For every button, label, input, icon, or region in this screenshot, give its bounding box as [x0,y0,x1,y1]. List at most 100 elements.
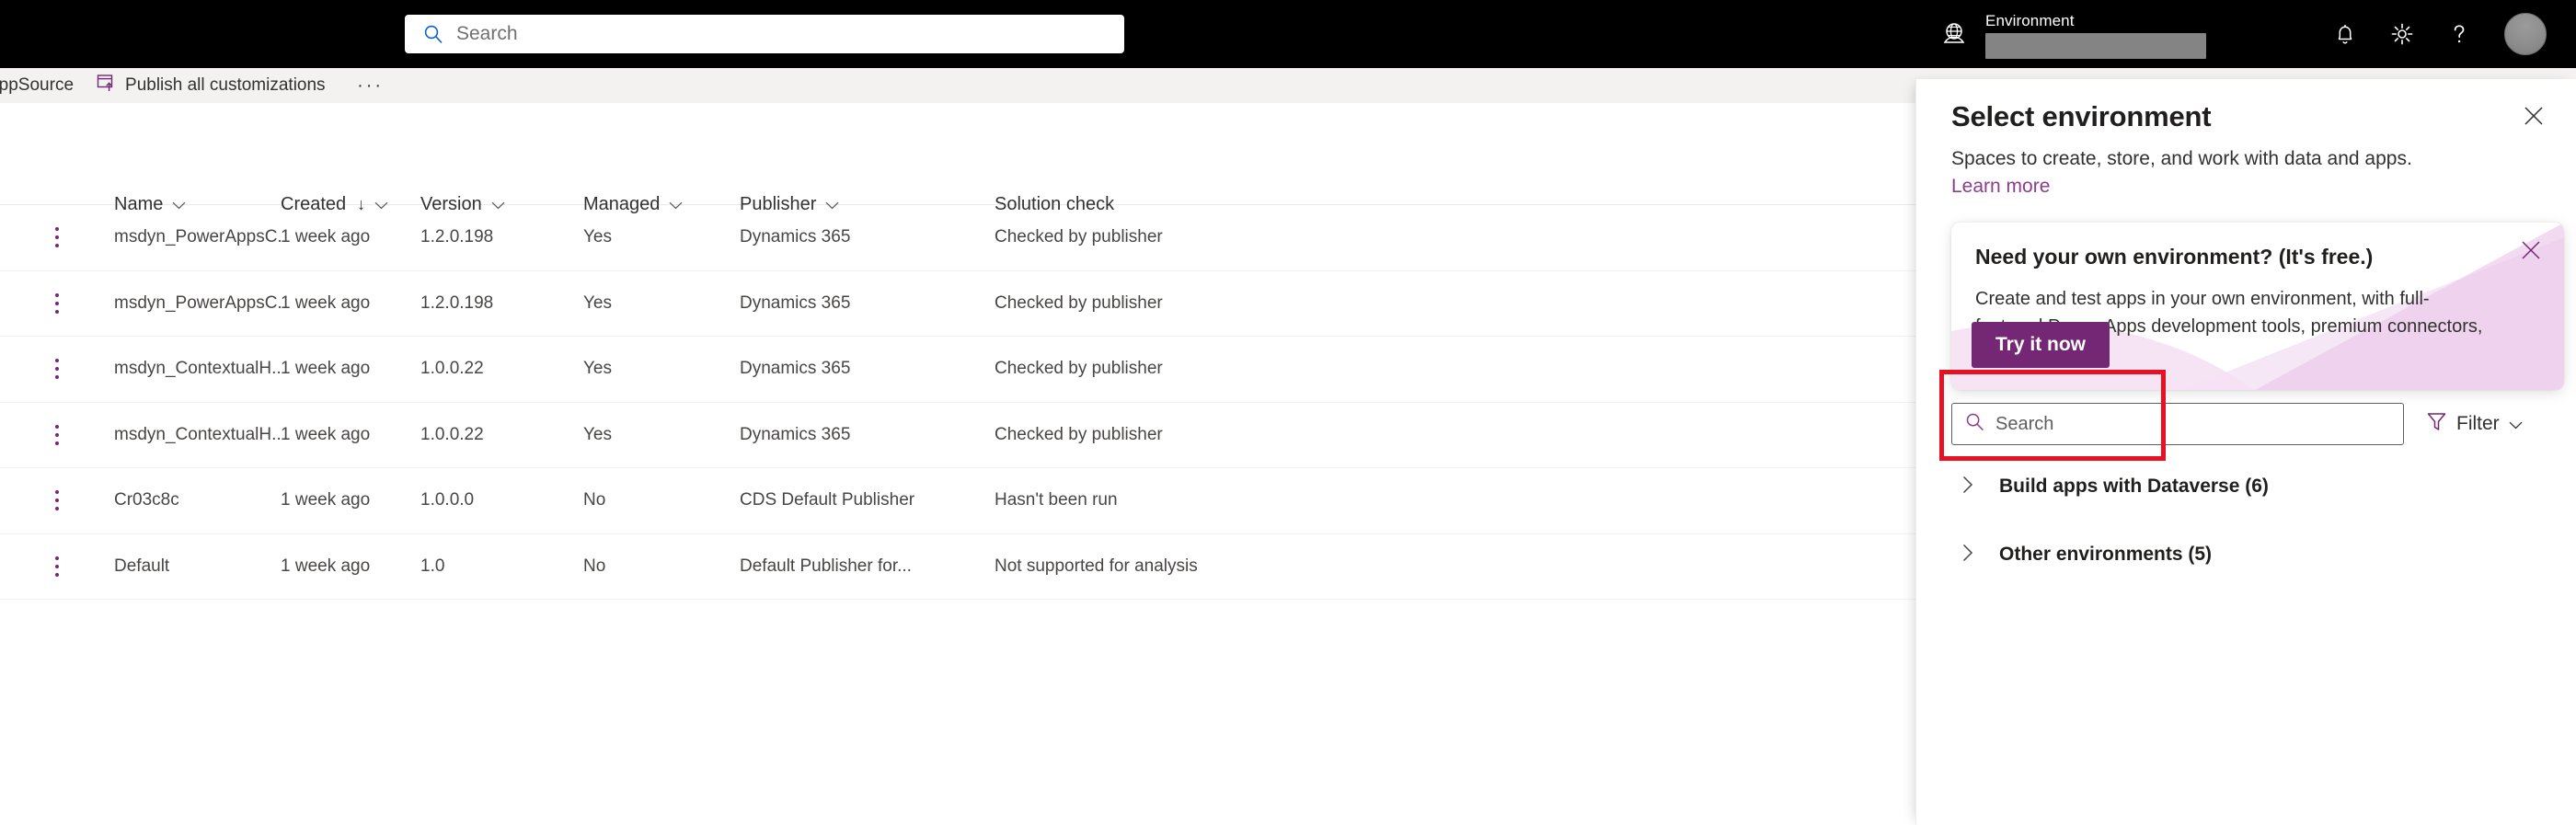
environment-search-input[interactable] [1995,413,2354,435]
table-header-row: Name Created ↓ Version Managed Publisher… [0,103,1915,214]
learn-more-link[interactable]: Learn more [1951,173,2050,201]
settings-button[interactable] [2374,0,2431,68]
chevron-down-icon [669,194,683,215]
column-header-name-label: Name [114,193,164,214]
chevron-down-icon [491,194,505,215]
column-header-version-label: Version [420,193,482,214]
app-root: Environment [0,0,2576,825]
cell-version: 1.2.0.198 [420,227,494,247]
cell-version: 1.0 [420,556,445,576]
kebab-menu-icon[interactable] [45,551,69,582]
environment-label: Environment [1985,11,2075,29]
avatar[interactable] [2504,13,2547,55]
notifications-button[interactable] [2317,0,2374,68]
search-icon [1965,412,1984,436]
cell-managed: No [583,490,606,510]
group-other-environments[interactable]: Other environments (5) [1951,533,2564,576]
cell-managed: Yes [583,359,612,379]
solutions-table: Name Created ↓ Version Managed Publisher… [0,103,1915,600]
cell-version: 1.0.0.0 [420,490,475,510]
column-header-publisher[interactable]: Publisher [740,194,995,215]
global-search-input[interactable] [456,23,1045,45]
row-menu-cell [0,419,114,451]
filter-label: Filter [2456,413,2500,434]
cell-solution-check: Hasn't been run [995,490,1118,510]
kebab-menu-icon[interactable] [45,485,69,516]
cell-publisher: Dynamics 365 [740,424,851,444]
table-row[interactable]: msdyn_ContextualH... 1 week ago 1.0.0.22… [0,337,1915,403]
panel-subtitle: Spaces to create, store, and work with d… [1951,148,2412,169]
cell-publisher: Dynamics 365 [740,359,851,379]
kebab-menu-icon[interactable] [45,419,69,451]
table-row[interactable]: Cr03c8c 1 week ago 1.0.0.0 No CDS Defaul… [0,468,1915,534]
global-search-box[interactable] [405,15,1124,53]
column-header-version[interactable]: Version [420,194,583,215]
publish-label: Publish all customizations [125,75,326,95]
row-menu-cell [0,551,114,582]
callout-title: Need your own environment? (It's free.) [1975,245,2374,269]
panel-close-button[interactable] [2513,97,2554,138]
cell-solution-check: Checked by publisher [995,424,1163,444]
help-button[interactable] [2431,0,2488,68]
cell-publisher: Dynamics 365 [740,227,851,247]
globe-icon [1939,19,1969,49]
column-header-created[interactable]: Created ↓ [281,194,420,215]
cell-name: Cr03c8c [114,490,179,510]
cell-solution-check: Checked by publisher [995,227,1163,247]
filter-icon [2426,411,2447,438]
table-row[interactable]: msdyn_ContextualH... 1 week ago 1.0.0.22… [0,403,1915,468]
kebab-menu-icon[interactable] [45,288,69,319]
select-environment-panel: Select environment Spaces to create, sto… [1915,79,2576,825]
table-row[interactable]: Default 1 week ago 1.0 No Default Publis… [0,534,1915,600]
search-icon [423,24,443,44]
cell-version: 1.0.0.22 [420,359,484,379]
publish-icon [96,73,116,98]
main-content: Name Created ↓ Version Managed Publisher… [0,103,1915,825]
kebab-menu-icon[interactable] [45,222,69,253]
table-row[interactable]: msdyn_PowerAppsC... 1 week ago 1.2.0.198… [0,271,1915,337]
cell-created: 1 week ago [281,292,371,313]
group-build-apps-with-dataverse[interactable]: Build apps with Dataverse (6) [1951,465,2564,508]
column-header-name[interactable]: Name [114,194,281,215]
cell-publisher: CDS Default Publisher [740,490,915,510]
gear-icon [2389,21,2415,47]
column-header-managed-label: Managed [583,193,661,214]
panel-header: Select environment Spaces to create, sto… [1916,79,2576,201]
cell-created: 1 week ago [281,556,371,576]
chevron-down-icon [2509,413,2523,435]
publish-all-customizations-button[interactable]: Publish all customizations [85,68,337,103]
close-icon [2521,240,2541,265]
bell-icon [2333,21,2357,47]
cell-name: msdyn_ContextualH... [114,359,281,379]
appsource-button[interactable]: AppSource [0,68,85,103]
cell-solution-check: Checked by publisher [995,292,1163,313]
teaching-callout: Need your own environment? (It's free.) … [1951,223,2564,390]
filter-button[interactable]: Filter [2417,403,2532,445]
question-mark-icon [2447,21,2471,47]
column-header-solution-check[interactable]: Solution check [995,194,1381,215]
cell-created: 1 week ago [281,424,371,444]
table-row[interactable]: msdyn_PowerAppsC... 1 week ago 1.2.0.198… [0,205,1915,271]
cell-publisher: Default Publisher for... [740,556,912,576]
row-menu-cell [0,353,114,384]
cell-name: msdyn_PowerAppsC... [114,292,281,313]
callout-close-button[interactable] [2513,234,2549,270]
command-bar-overflow-button[interactable]: ··· [350,68,392,103]
column-header-managed[interactable]: Managed [583,194,740,215]
appsource-label: AppSource [0,75,75,95]
panel-search-row: Filter [1951,403,2564,445]
chevron-down-icon [825,194,839,215]
column-header-publisher-label: Publisher [740,193,817,214]
cell-managed: Yes [583,292,612,313]
column-header-created-label: Created [281,193,347,214]
cell-version: 1.0.0.22 [420,424,484,444]
cell-created: 1 week ago [281,490,371,510]
environment-search-box[interactable] [1951,403,2404,445]
cell-publisher: Dynamics 365 [740,292,851,313]
sort-descending-icon: ↓ [357,194,366,213]
environment-picker[interactable]: Environment [1939,10,2206,59]
chevron-right-icon [1962,544,1973,567]
try-it-now-button[interactable]: Try it now [1972,322,2110,368]
kebab-menu-icon[interactable] [45,353,69,384]
group-label: Build apps with Dataverse (6) [1999,476,2269,497]
